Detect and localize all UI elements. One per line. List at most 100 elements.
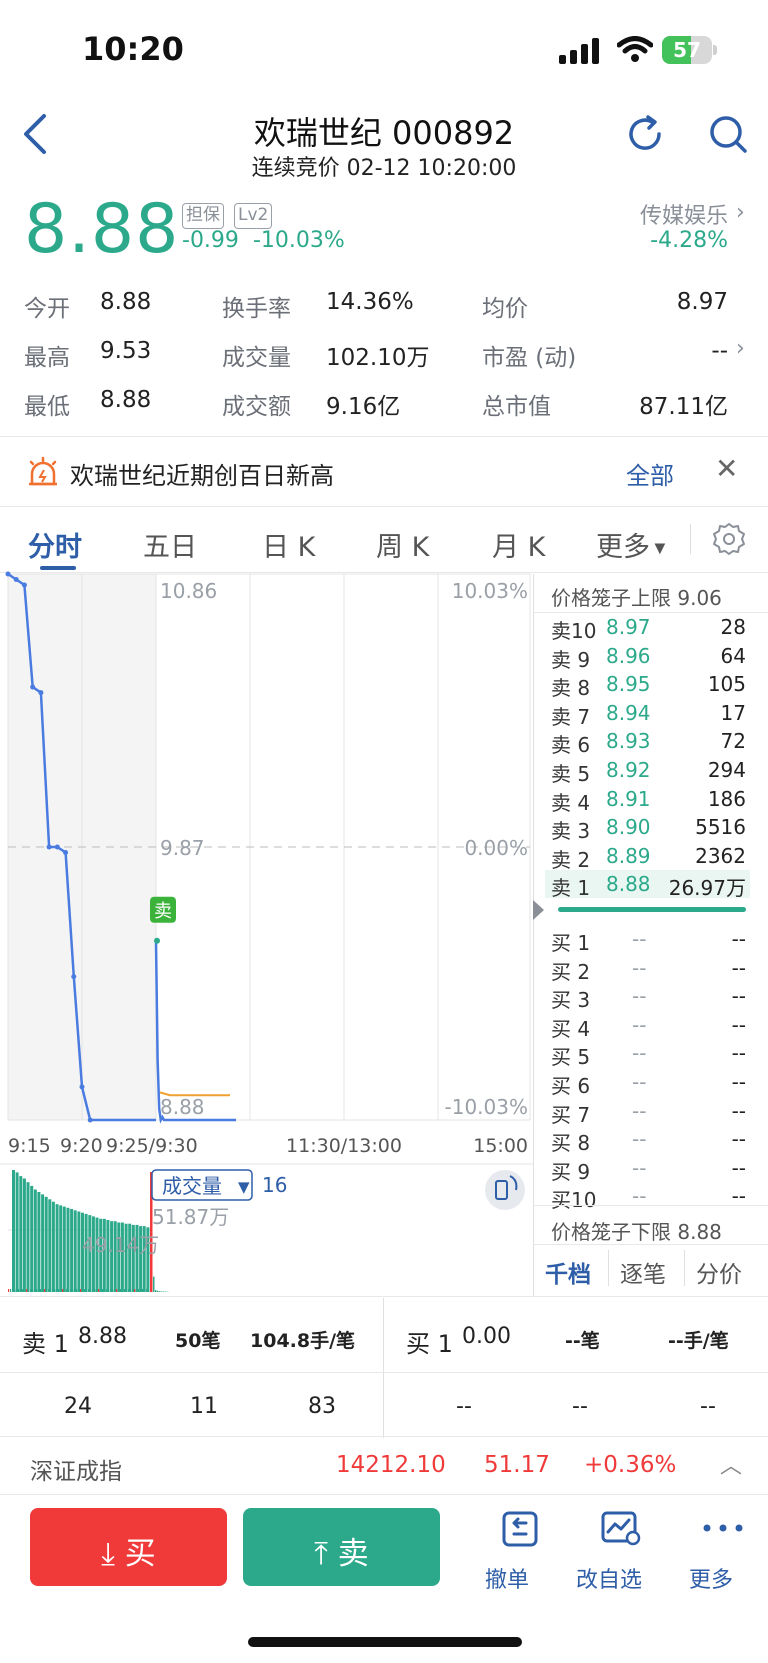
orderbook-tab-ticks[interactable]: 逐笔	[620, 1255, 666, 1289]
volume-bar	[96, 1289, 98, 1292]
sell-button[interactable]: ⤒ 卖	[243, 1508, 440, 1586]
chevron-right-icon[interactable]: ›	[736, 336, 745, 361]
auction-point	[38, 690, 44, 696]
volume-bar	[58, 1289, 60, 1292]
more-label: 更多	[688, 1568, 733, 1593]
ask-volume: 5516	[695, 815, 746, 840]
chevron-right-icon[interactable]: ›	[736, 200, 745, 225]
ask-price[interactable]: 8.97	[606, 615, 651, 639]
bid-price[interactable]: --	[632, 1099, 646, 1123]
ask-price[interactable]: 8.90	[606, 815, 651, 839]
tab-five-day[interactable]: 五日	[143, 525, 197, 564]
index-name[interactable]: 深证成指	[30, 1452, 122, 1486]
pct-label-top: 10.03%	[452, 579, 528, 603]
refresh-icon[interactable]	[626, 114, 664, 154]
volume-bar	[122, 1289, 124, 1292]
alert-all-link[interactable]: 全部	[626, 456, 674, 491]
tab-daily-k[interactable]: 日 K	[262, 525, 315, 564]
bid-level-label: 买 2	[551, 959, 591, 984]
volume-bar	[138, 1289, 140, 1292]
edit-watchlist-button[interactable]: 改自选	[564, 1510, 654, 1593]
stat-volume-label: 成交量	[222, 345, 291, 371]
volume-bar	[126, 1289, 128, 1292]
cancel-order-button[interactable]: 撤单	[462, 1510, 552, 1593]
ask-price[interactable]: 8.92	[606, 758, 651, 782]
buy1-price: 0.00	[462, 1324, 511, 1349]
volume-value: 16	[262, 1173, 287, 1197]
auction-point	[79, 1084, 85, 1090]
bid-price[interactable]: --	[632, 1156, 646, 1180]
tab-separator	[690, 524, 691, 554]
chevron-up-icon[interactable]: ︿	[720, 1448, 742, 1480]
ask-volume: 17	[720, 700, 746, 725]
volume-bar	[60, 1289, 62, 1292]
divider	[0, 506, 768, 507]
tab-intraday[interactable]: 分时	[28, 525, 82, 564]
volume-bar	[30, 1185, 34, 1292]
bid-level-label: 买 4	[551, 1016, 591, 1041]
buy1-per-order: --手/笔	[668, 1330, 729, 1352]
intraday-chart[interactable]: 10.86 9.87 8.88 10.03% 0.00% -10.03% 卖 9:15 9:20…	[0, 570, 534, 1295]
ask-price[interactable]: 8.93	[606, 729, 651, 753]
settings-icon[interactable]	[712, 522, 746, 556]
buy-queue-1: --	[456, 1394, 472, 1419]
stat-turnover-value: 14.36%	[326, 289, 414, 315]
cancel-order-label: 撤单	[484, 1568, 529, 1593]
volume-bar	[106, 1289, 108, 1292]
bid-price[interactable]: --	[632, 1070, 646, 1094]
orderbook-tab-price[interactable]: 分价	[696, 1255, 742, 1289]
tab-weekly-k[interactable]: 周 K	[376, 525, 429, 564]
bid-level-label: 买 5	[551, 1045, 591, 1070]
price-cage-upper: 价格笼子上限 9.06	[551, 586, 722, 610]
volume-bar	[94, 1289, 96, 1292]
ask-price[interactable]: 8.95	[606, 672, 651, 696]
volume-bar	[24, 1289, 26, 1292]
volume-bar	[128, 1289, 130, 1292]
volume-bar	[146, 1289, 148, 1292]
price-change-pct: -10.03%	[252, 228, 345, 253]
buy-button[interactable]: ⤓ 买	[30, 1508, 227, 1586]
buy1-label: 买 1	[406, 1330, 453, 1358]
bid-price[interactable]: --	[632, 1013, 646, 1037]
volume-bar	[48, 1289, 50, 1292]
x-label: 11:30/13:00	[286, 1135, 402, 1157]
ask-price[interactable]: 8.91	[606, 787, 651, 811]
ask-price[interactable]: 8.89	[606, 844, 651, 868]
tab-more[interactable]: 更多 ▼	[596, 525, 665, 564]
bid-price[interactable]: --	[632, 984, 646, 1008]
bid-price[interactable]: --	[632, 956, 646, 980]
more-button[interactable]: 更多	[666, 1510, 756, 1593]
bid-price[interactable]: --	[632, 1127, 646, 1151]
volume-bar	[62, 1289, 64, 1292]
bid-level-label: 买10	[551, 1188, 597, 1213]
volume-bar	[59, 1205, 63, 1292]
ask-price[interactable]: 8.94	[606, 701, 651, 725]
tab-monthly-k[interactable]: 月 K	[492, 525, 545, 564]
close-icon[interactable]: ✕	[715, 452, 738, 485]
search-icon[interactable]	[708, 114, 748, 154]
volume-bar	[155, 1290, 157, 1292]
volume-bar	[62, 1206, 66, 1292]
volume-bar	[34, 1289, 36, 1292]
auction-point	[5, 571, 11, 577]
sector-name[interactable]: 传媒娱乐	[560, 198, 728, 230]
back-icon[interactable]	[18, 112, 52, 156]
volume-bar	[88, 1289, 90, 1292]
bid-price[interactable]: --	[632, 927, 646, 951]
ask-price[interactable]: 8.88	[606, 872, 651, 896]
bid-volume: --	[731, 1041, 746, 1066]
ask-level-label: 卖 7	[551, 704, 591, 729]
volume-bar	[140, 1289, 142, 1292]
bid-price[interactable]: --	[632, 1041, 646, 1065]
orderbook-tab-depth[interactable]: 千档	[545, 1255, 591, 1289]
stat-avg-label: 均价	[482, 296, 528, 322]
alert-text[interactable]: 欢瑞世纪近期创百日新高	[70, 456, 334, 491]
ask-price[interactable]: 8.96	[606, 644, 651, 668]
volume-bar	[41, 1194, 45, 1292]
pct-label-mid: 0.00%	[464, 836, 528, 860]
rotate-screen-icon-bg	[485, 1170, 525, 1210]
sell-button-label: ⤒ 卖	[243, 1528, 440, 1573]
y-label-top: 10.86	[160, 579, 217, 603]
ask-level-label: 卖 1	[551, 876, 591, 901]
volume-bar	[56, 1289, 58, 1292]
